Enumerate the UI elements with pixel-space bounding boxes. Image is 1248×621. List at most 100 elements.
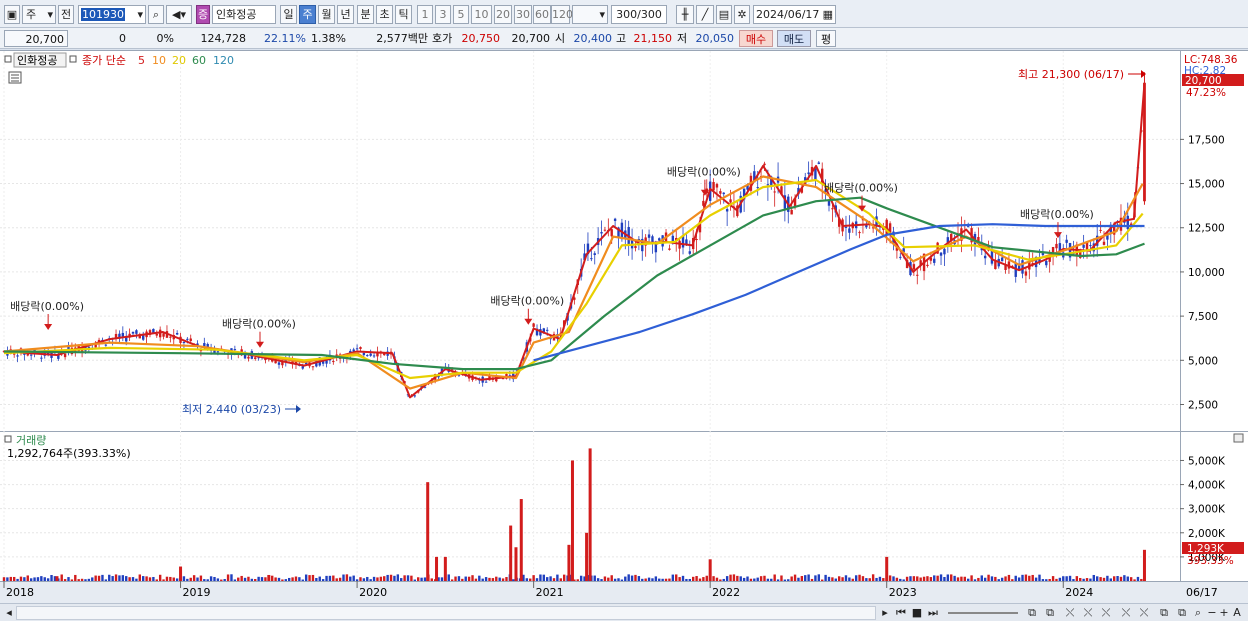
volume-bar bbox=[264, 577, 267, 581]
window-icon[interactable]: ⧉ bbox=[1174, 606, 1190, 620]
volume-bar bbox=[393, 575, 396, 581]
auto-icon[interactable]: A bbox=[1230, 606, 1244, 620]
mult-1[interactable]: 1 bbox=[417, 5, 433, 24]
zoom-slider[interactable] bbox=[948, 606, 1018, 620]
scroll-right-icon[interactable]: ▸ bbox=[879, 606, 891, 620]
buy-button[interactable]: 매수 bbox=[739, 30, 773, 47]
volume-bar bbox=[162, 579, 165, 581]
time-tick-label: 2021 bbox=[536, 586, 564, 599]
search-icon[interactable]: ⌕ bbox=[148, 5, 164, 24]
volume-bar bbox=[349, 576, 352, 581]
rewind-icon[interactable]: ⏮ bbox=[894, 606, 908, 620]
volume-bar bbox=[172, 577, 175, 581]
volume-title: 거래량 bbox=[16, 434, 46, 447]
mult-30[interactable]: 30 bbox=[514, 5, 532, 24]
candle-body bbox=[16, 355, 19, 357]
zoom-slider-track bbox=[948, 612, 1018, 614]
volume-spike-bar bbox=[179, 566, 183, 581]
tool-icon[interactable]: ⤬ bbox=[1080, 606, 1096, 620]
mult-10[interactable]: 10 bbox=[471, 5, 492, 24]
date-input[interactable]: 2024/06/17 ▦ bbox=[753, 5, 836, 24]
chart-area[interactable]: 17,500 15,000 12,500 10,000 7,500 5,000 2,500 … bbox=[0, 50, 1248, 604]
volume-bar bbox=[647, 577, 651, 581]
zoom-in-icon[interactable]: + bbox=[1218, 606, 1230, 620]
tab-tick[interactable]: 틱 bbox=[395, 5, 412, 24]
volume-bar bbox=[141, 576, 145, 581]
scroll-left-icon[interactable]: ◂ bbox=[4, 606, 14, 620]
scroll-track[interactable] bbox=[16, 606, 876, 620]
tool-icon[interactable]: ⤬ bbox=[1062, 606, 1078, 620]
volume-bar bbox=[787, 579, 790, 581]
volume-bar bbox=[294, 576, 298, 581]
candle-body bbox=[593, 253, 596, 255]
change-value: 0 bbox=[119, 32, 126, 45]
tab-minute[interactable]: 분 bbox=[357, 5, 374, 24]
sell-button[interactable]: 매도 bbox=[777, 30, 811, 47]
mult-5[interactable]: 5 bbox=[453, 5, 469, 24]
volume-bar bbox=[60, 574, 63, 581]
volume-bar bbox=[970, 575, 973, 581]
zoom-out-icon[interactable]: − bbox=[1206, 606, 1218, 620]
price-chart[interactable]: 17,50015,00012,50010,0007,5005,0002,500 … bbox=[0, 51, 1248, 604]
time-tick-label: 2018 bbox=[6, 586, 34, 599]
tool-icon[interactable]: ⤬ bbox=[1136, 606, 1152, 620]
mult-60[interactable]: 60 bbox=[533, 5, 551, 24]
layout-icon[interactable]: ▣ bbox=[4, 5, 20, 24]
volume-bar bbox=[671, 574, 675, 581]
draw-tool-icon[interactable]: ╱ bbox=[696, 5, 714, 24]
volume-bar bbox=[1082, 578, 1085, 581]
volume-bar bbox=[641, 578, 644, 581]
tab-year[interactable]: 년 bbox=[337, 5, 354, 24]
candle-icon[interactable]: ╫ bbox=[676, 5, 694, 24]
time-axis-end: 06/17 bbox=[1186, 586, 1218, 599]
volume-bar bbox=[152, 576, 155, 581]
candle-body bbox=[372, 355, 376, 357]
mult-20[interactable]: 20 bbox=[494, 5, 512, 24]
volume-bar bbox=[576, 579, 579, 581]
window-icon[interactable]: ⧉ bbox=[1042, 606, 1058, 620]
tab-day[interactable]: 일 bbox=[280, 5, 297, 24]
candle-body bbox=[1065, 239, 1068, 243]
close-icon[interactable] bbox=[1233, 433, 1244, 443]
time-tick-label: 2019 bbox=[183, 586, 211, 599]
volume-bar bbox=[997, 579, 1000, 581]
window-icon[interactable]: ⧉ bbox=[1156, 606, 1172, 620]
volume-bar bbox=[114, 574, 118, 581]
volume-bar bbox=[467, 576, 471, 581]
prev-button[interactable]: 전 bbox=[58, 5, 74, 24]
volume-bar bbox=[824, 574, 827, 581]
tab-week[interactable]: 주 bbox=[299, 5, 316, 24]
save-icon[interactable]: ▤ bbox=[716, 5, 732, 24]
volume-bar bbox=[810, 578, 814, 581]
volume-bar bbox=[926, 576, 929, 581]
volume-bar bbox=[1045, 579, 1048, 581]
gear-icon[interactable]: ✲ bbox=[734, 5, 750, 24]
volume-bar bbox=[63, 579, 67, 581]
evaluate-button[interactable]: 평 bbox=[816, 30, 836, 47]
period-select[interactable]: 주 ▾ bbox=[22, 5, 56, 24]
mult-3[interactable]: 3 bbox=[435, 5, 451, 24]
volume-spike-bar bbox=[1142, 549, 1146, 581]
volume-bar bbox=[366, 576, 369, 581]
current-price: 20,700 bbox=[4, 30, 68, 47]
tab-second[interactable]: 초 bbox=[376, 5, 393, 24]
tab-month[interactable]: 월 bbox=[318, 5, 335, 24]
candle-body bbox=[943, 248, 946, 255]
window-icon[interactable]: ⧉ bbox=[1024, 606, 1040, 620]
volume-spike-bar bbox=[435, 556, 439, 581]
stock-code-input[interactable]: 101930 ▾ bbox=[78, 5, 146, 24]
mult-120[interactable]: 120 bbox=[551, 5, 573, 24]
count-input[interactable]: 300/300 bbox=[611, 5, 667, 24]
search-icon[interactable]: ⌕ bbox=[1192, 606, 1204, 620]
volume-bar bbox=[416, 577, 420, 581]
stop-icon[interactable]: ■ bbox=[910, 606, 924, 620]
candle-body bbox=[983, 255, 987, 259]
candle-body bbox=[912, 264, 916, 270]
tool-icon[interactable]: ⤬ bbox=[1098, 606, 1114, 620]
tool-icon[interactable]: ⤬ bbox=[1118, 606, 1134, 620]
custom-period-select[interactable]: ▾ bbox=[572, 5, 608, 24]
forward-icon[interactable]: ⏭ bbox=[926, 606, 940, 620]
volume-bar bbox=[257, 576, 260, 581]
high-price: 21,150 bbox=[633, 32, 673, 45]
speaker-icon[interactable]: ◀▾ bbox=[166, 5, 192, 24]
